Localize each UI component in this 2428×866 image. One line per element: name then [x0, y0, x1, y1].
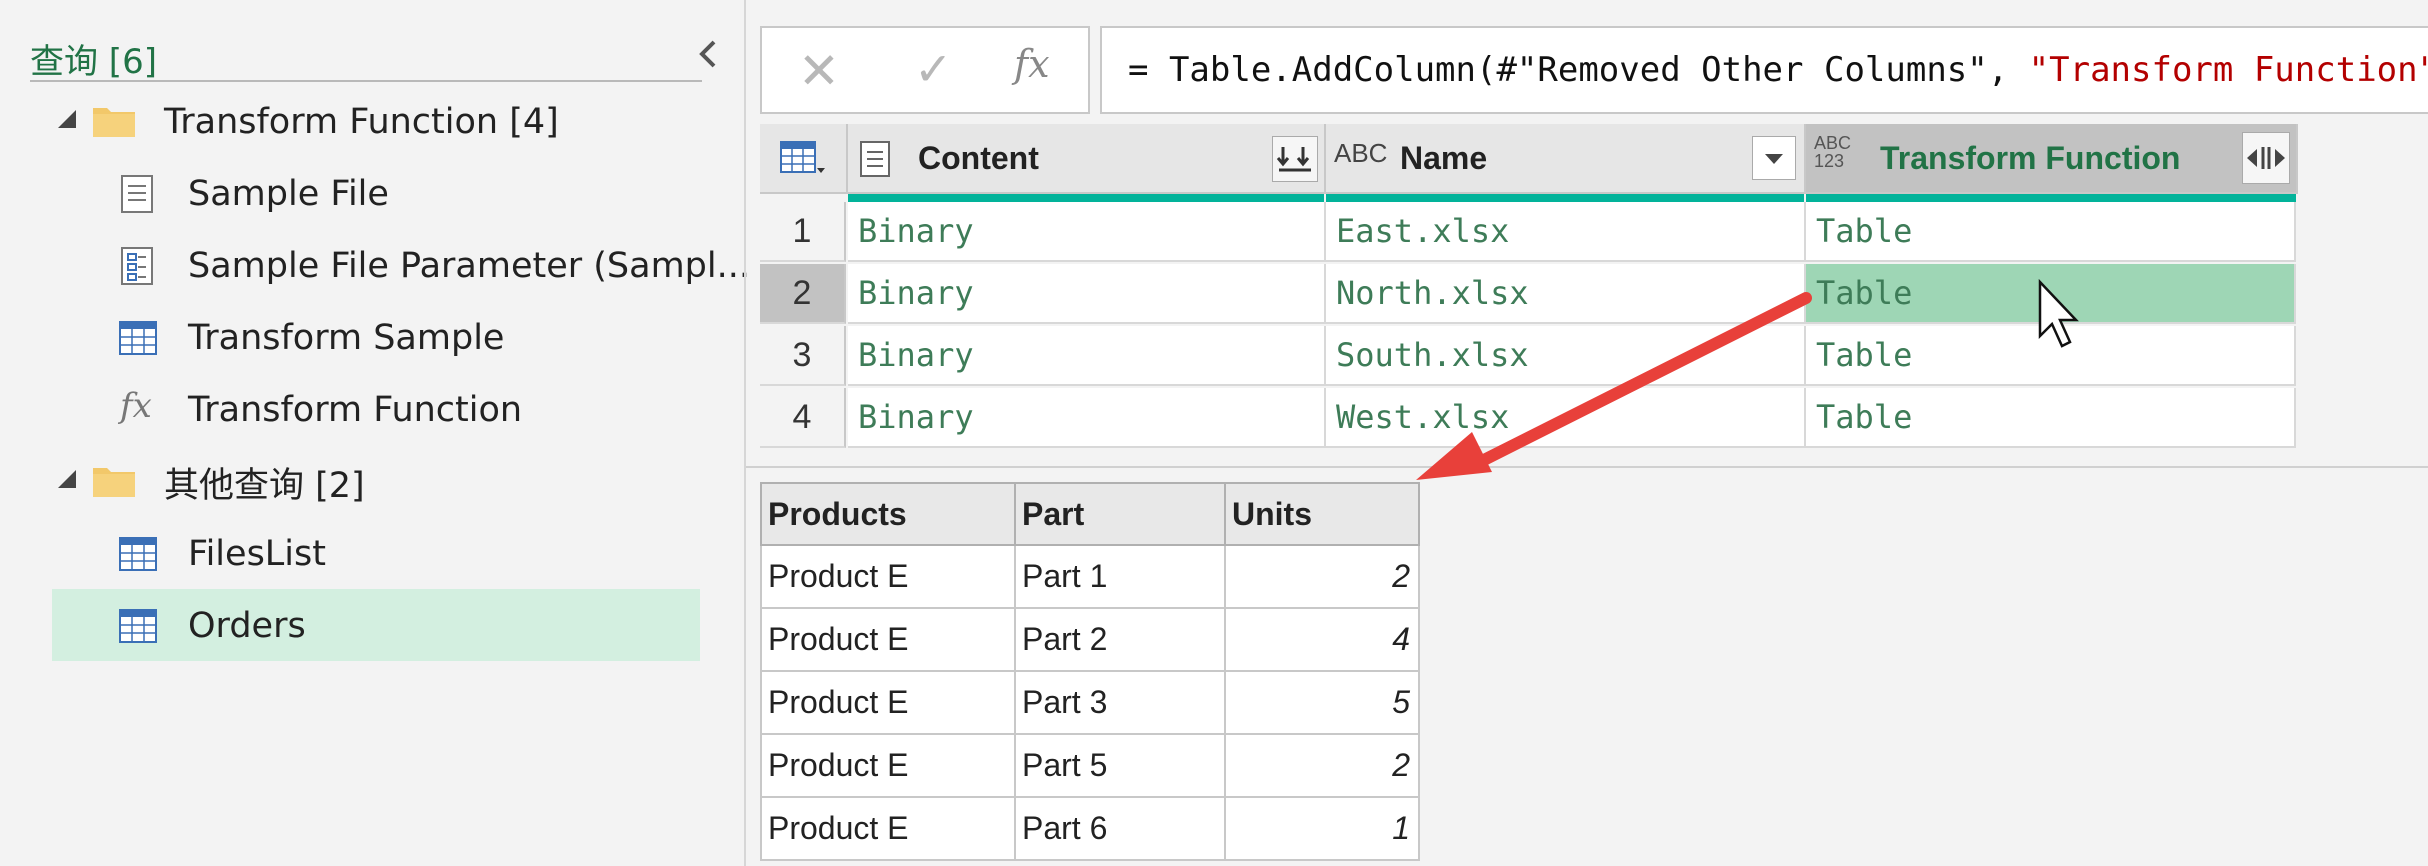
column-header-content[interactable]: Content [848, 124, 1326, 194]
cell-transform-function-selected[interactable]: Table [1806, 264, 2296, 324]
table-menu-icon [780, 141, 825, 173]
expand-icon [1276, 147, 1311, 172]
query-group-transform-function[interactable]: Transform Function [4] [164, 90, 559, 154]
row-number[interactable]: 2 [760, 264, 846, 324]
queries-pane: 查询 [6] Transform Function [4] Sample Fil… [0, 0, 750, 866]
preview-cell-units: 1 [1226, 798, 1420, 861]
document-icon [121, 175, 153, 213]
query-item-sample-file[interactable]: Sample File [188, 162, 389, 226]
column-header-name[interactable]: ABC Name [1326, 124, 1806, 194]
query-item-fileslist[interactable]: FilesList [188, 522, 326, 586]
cancel-icon[interactable]: ✕ [798, 42, 840, 100]
column-quality-bar [1326, 194, 1804, 202]
cell-transform-function[interactable]: Table [1806, 326, 2296, 386]
filter-dropdown-icon [1765, 154, 1783, 164]
query-item-orders[interactable]: Orders [188, 594, 306, 658]
folder-icon [93, 108, 135, 137]
function-icon: fx [120, 386, 152, 426]
column-name-content: Content [918, 139, 1039, 176]
preview-cell-products: Product E [760, 672, 1016, 735]
folder-icon [93, 468, 135, 497]
cell-content[interactable]: Binary [848, 326, 1326, 386]
preview-cell-part: Part 2 [1016, 609, 1226, 672]
cell-name[interactable]: East.xlsx [1326, 202, 1806, 262]
row-number[interactable]: 1 [760, 202, 846, 262]
commit-icon[interactable]: ✓ [914, 42, 953, 96]
preview-cell-part: Part 1 [1016, 546, 1226, 609]
query-item-transform-function[interactable]: Transform Function [188, 378, 522, 442]
expanded-caret-icon[interactable] [56, 468, 78, 490]
text-type-icon: ABC [1334, 138, 1388, 168]
preview-cell-products: Product E [760, 798, 1016, 861]
cell-name[interactable]: South.xlsx [1326, 326, 1806, 386]
cell-content[interactable]: Binary [848, 202, 1326, 262]
collapse-pane-icon[interactable] [690, 36, 726, 72]
preview-cell-part: Part 3 [1016, 672, 1226, 735]
preview-cell-products: Product E [760, 546, 1016, 609]
table-menu-button[interactable] [760, 124, 848, 194]
filter-dropdown-button[interactable] [1752, 136, 1796, 180]
cell-content[interactable]: Binary [848, 388, 1326, 448]
cell-transform-function[interactable]: Table [1806, 202, 2296, 262]
binary-type-icon [860, 141, 890, 177]
cell-name[interactable]: North.xlsx [1326, 264, 1806, 324]
query-item-transform-sample[interactable]: Transform Sample [188, 306, 504, 370]
formula-string-arg: "Transform Function" [2028, 50, 2428, 90]
preview-cell-units: 4 [1226, 609, 1420, 672]
preview-cell-part: Part 5 [1016, 735, 1226, 798]
pane-divider[interactable] [744, 0, 746, 866]
preview-cell-units: 2 [1226, 735, 1420, 798]
expand-table-icon [2247, 147, 2285, 169]
cell-transform-function[interactable]: Table [1806, 388, 2296, 448]
expand-binary-button[interactable] [1272, 136, 1318, 182]
preview-cell-units: 2 [1226, 546, 1420, 609]
preview-cell-part: Part 6 [1016, 798, 1226, 861]
queries-pane-title: 查询 [6] [30, 42, 157, 82]
insert-function-icon[interactable]: fx [1014, 42, 1050, 86]
formula-bar[interactable]: = Table.AddColumn(#"Removed Other Column… [1100, 26, 2428, 114]
row-number[interactable]: 4 [760, 388, 846, 448]
expand-table-button[interactable] [2242, 132, 2290, 184]
formula-prefix: = Table.AddColumn(#"Removed Other Column… [1128, 50, 2029, 90]
preview-cell-units: 5 [1226, 672, 1420, 735]
query-item-sample-file-parameter[interactable]: Sample File Parameter (Sampl... [188, 234, 750, 298]
preview-header-units: Units [1224, 482, 1420, 546]
column-quality-bar [848, 194, 1324, 202]
table-icon [119, 609, 157, 643]
data-grid: Content ABC Name ABC 123 Transform Funct… [760, 124, 2298, 454]
row-number[interactable]: 3 [760, 326, 846, 386]
preview-cell-products: Product E [760, 735, 1016, 798]
parameter-icon [121, 247, 153, 285]
formula-text[interactable]: = Table.AddColumn(#"Removed Other Column… [1128, 50, 2428, 90]
query-group-other-queries[interactable]: 其他查询 [2] [164, 450, 365, 514]
preview-cell-products: Product E [760, 609, 1016, 672]
column-quality-bar [1806, 194, 2296, 202]
preview-header-products: Products [760, 482, 1016, 546]
column-name-transform-function: Transform Function [1880, 139, 2181, 176]
column-header-transform-function[interactable]: ABC 123 Transform Function [1806, 124, 2298, 194]
any-type-icon: ABC 123 [1814, 133, 1852, 171]
preview-splitter[interactable] [746, 466, 2428, 468]
cell-content[interactable]: Binary [848, 264, 1326, 324]
table-icon [119, 321, 157, 355]
expanded-caret-icon[interactable] [56, 108, 78, 130]
formula-bar-buttons: ✕ ✓ fx [760, 26, 1090, 114]
title-divider [30, 80, 702, 82]
column-name-name: Name [1400, 139, 1488, 176]
cell-name[interactable]: West.xlsx [1326, 388, 1806, 448]
table-icon [119, 537, 157, 571]
preview-header-part: Part [1014, 482, 1226, 546]
